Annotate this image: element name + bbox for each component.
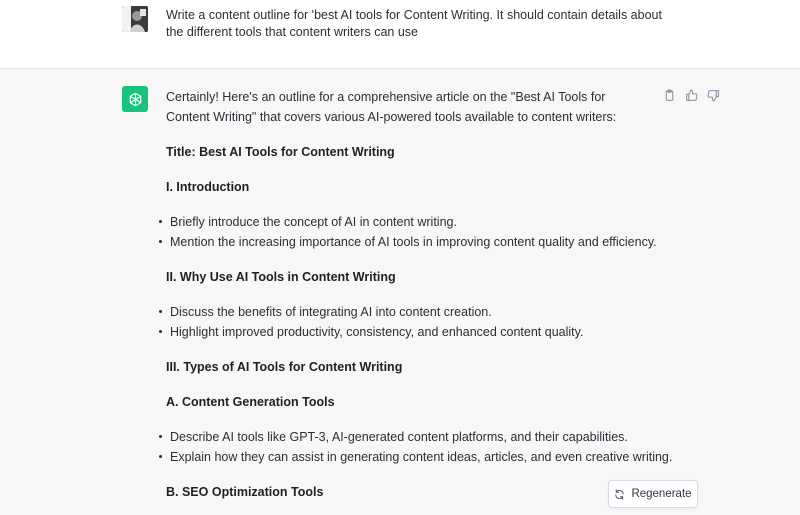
list-item: Mention the increasing importance of AI … [159,232,657,252]
user-message-text: Write a content outline for 'best AI too… [166,8,662,39]
user-avatar [122,6,148,32]
section-heading: III. Types of AI Tools for Content Writi… [166,360,403,374]
list-item: Describe AI tools like GPT-3, AI-generat… [159,427,646,447]
section-heading: I. Introduction [166,180,250,194]
list-item: Briefly introduce the concept of AI in c… [159,212,646,232]
assistant-intro: Certainly! Here's an outline for a compr… [166,90,617,124]
list-item: Explain how they can assist in generatin… [159,447,672,467]
thumbs-down-icon[interactable] [706,88,721,103]
section-heading: II. Why Use AI Tools in Content Writing [166,270,396,284]
outline-title: Title: Best AI Tools for Content Writing [166,145,395,159]
regenerate-button[interactable]: Regenerate [608,480,698,508]
refresh-icon [614,488,625,500]
subsection-heading: B. SEO Optimization Tools [166,485,324,499]
assistant-message-content: Certainly! Here's an outline for a compr… [159,87,672,502]
regenerate-label: Regenerate [631,488,692,500]
user-message-row: Write a content outline for 'best AI too… [0,0,800,69]
message-actions [662,88,721,103]
assistant-message-row: Certainly! Here's an outline for a compr… [0,69,800,515]
list-item: Highlight improved productivity, consist… [159,322,646,342]
chatgpt-logo-icon [122,86,148,112]
thumbs-up-icon[interactable] [684,88,699,103]
list-item: Discuss the benefits of integrating AI i… [159,302,646,322]
subsection-heading: A. Content Generation Tools [166,395,335,409]
clipboard-icon[interactable] [662,88,677,103]
